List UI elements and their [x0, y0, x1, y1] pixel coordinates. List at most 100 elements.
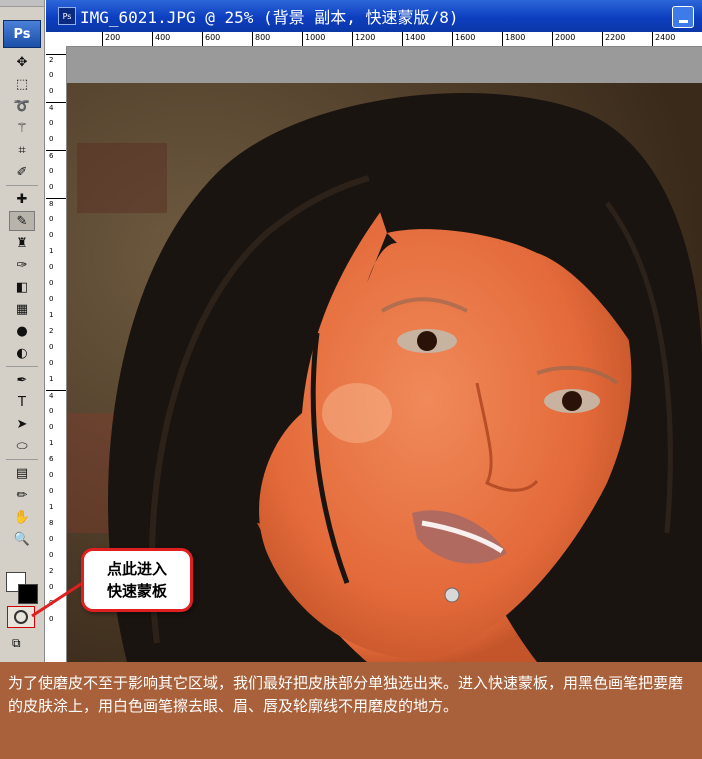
ruler-v-label: 8	[49, 519, 54, 527]
ruler-v-label: 0	[49, 167, 54, 175]
callout-line-2: 快速蒙板	[106, 582, 167, 600]
ruler-h-tick: 2400	[652, 32, 675, 46]
ruler-v-label: 1	[49, 247, 54, 255]
magic-wand-tool-icon[interactable]: ⚚	[9, 118, 35, 138]
ruler-v-label: 0	[49, 71, 54, 79]
ruler-h-tick: 1800	[502, 32, 525, 46]
tools-panel: Ps ✥ ⬚ ➰ ⚚ ⌗ ✐ ✚ ✎ ♜ ✑ ◧ ▦ ● ◐ ✒ T ➤ ⬭ ▤ ✏ ✋ 🔍 ⧉	[0, 0, 45, 662]
ruler-v-label: 0	[49, 471, 54, 479]
ruler-v-digit: 6	[46, 150, 66, 160]
ruler-h-label: 2000	[555, 33, 576, 42]
ruler-v-label: 1	[49, 439, 54, 447]
ruler-h-tick: 600	[202, 32, 220, 46]
slice-tool-icon[interactable]: ✐	[9, 162, 35, 182]
crop-tool-icon[interactable]: ⌗	[9, 140, 35, 160]
document-titlebar[interactable]: Ps IMG_6021.JPG @ 25% (背景 副本, 快速蒙版/8)	[46, 0, 702, 32]
document-icon: Ps	[58, 7, 76, 25]
ruler-v-label: 2	[49, 327, 54, 335]
ruler-h-label: 2400	[655, 33, 676, 42]
ruler-v-label: 0	[49, 87, 54, 95]
ruler-h-label: 200	[105, 33, 121, 42]
shape-tool-icon[interactable]: ⬭	[9, 436, 35, 456]
ruler-v-digit: 4	[46, 102, 66, 112]
ruler-v-label: 1	[49, 375, 54, 383]
clone-stamp-tool-icon[interactable]: ♜	[9, 233, 35, 253]
ruler-v-label: 0	[49, 119, 54, 127]
ruler-v-label: 4	[49, 104, 54, 112]
lasso-tool-icon[interactable]: ➰	[9, 96, 35, 116]
ruler-v-label: 0	[49, 551, 54, 559]
ruler-h-label: 400	[155, 33, 171, 42]
ruler-h-tick: 1400	[402, 32, 425, 46]
tool-separator	[6, 185, 38, 186]
ruler-v-label: 0	[49, 487, 54, 495]
blur-tool-icon[interactable]: ●	[9, 321, 35, 341]
photoshop-logo[interactable]: Ps	[3, 20, 41, 48]
tutorial-caption: 为了使磨皮不至于影响其它区域，我们最好把皮肤部分单独选出来。进入快速蒙板，用黑色…	[0, 662, 702, 759]
ruler-v-label: 6	[49, 152, 54, 160]
ruler-h-label: 600	[205, 33, 221, 42]
ruler-v-label: 2	[49, 56, 54, 64]
notes-tool-icon[interactable]: ▤	[9, 463, 35, 483]
ruler-v-label: 0	[49, 263, 54, 271]
ruler-v-digit: 4	[46, 390, 66, 400]
ruler-v-label: 0	[49, 407, 54, 415]
ruler-h-label: 1000	[305, 33, 326, 42]
ruler-v-label: 2	[49, 567, 54, 575]
brush-tool-icon[interactable]: ✎	[9, 211, 35, 231]
tool-separator	[6, 366, 38, 367]
marquee-tool-icon[interactable]: ⬚	[9, 74, 35, 94]
dodge-tool-icon[interactable]: ◐	[9, 343, 35, 363]
ruler-h-label: 800	[255, 33, 271, 42]
ruler-h-tick: 200	[102, 32, 120, 46]
screen-mode-icon[interactable]: ⧉	[12, 636, 30, 650]
ruler-v-digit: 8	[46, 198, 66, 208]
ruler-h-tick: 2200	[602, 32, 625, 46]
ruler-v-label: 0	[49, 343, 54, 351]
ruler-h-label: 2200	[605, 33, 626, 42]
ruler-h-label: 1800	[505, 33, 526, 42]
ruler-v-label: 0	[49, 423, 54, 431]
history-brush-tool-icon[interactable]: ✑	[9, 255, 35, 275]
minimize-icon	[678, 20, 688, 23]
gradient-tool-icon[interactable]: ▦	[9, 299, 35, 319]
ruler-v-label: 0	[49, 183, 54, 191]
ruler-v-label: 1	[49, 503, 54, 511]
ruler-v-digit: 2	[46, 54, 66, 64]
ruler-origin[interactable]	[46, 32, 67, 47]
ruler-v-label: 0	[49, 359, 54, 367]
ruler-v-label: 1	[49, 311, 54, 319]
eraser-tool-icon[interactable]: ◧	[9, 277, 35, 297]
ruler-h-label: 1400	[405, 33, 426, 42]
tool-separator	[6, 459, 38, 460]
ruler-h-tick: 1600	[452, 32, 475, 46]
ruler-h-label: 1600	[455, 33, 476, 42]
eyedropper-tool-icon[interactable]: ✏	[9, 485, 35, 505]
horizontal-ruler[interactable]: 200 400 600 800 1000 1200 1400 1600 1800 2000 2200…	[66, 32, 702, 47]
ruler-h-tick: 1000	[302, 32, 325, 46]
ruler-h-tick: 400	[152, 32, 170, 46]
ruler-v-label: 4	[49, 392, 54, 400]
pen-tool-icon[interactable]: ✒	[9, 370, 35, 390]
minimize-button[interactable]	[672, 6, 694, 28]
path-selection-tool-icon[interactable]: ➤	[9, 414, 35, 434]
move-tool-icon[interactable]: ✥	[9, 52, 35, 72]
zoom-tool-icon[interactable]: 🔍	[9, 529, 35, 549]
hand-tool-icon[interactable]: ✋	[9, 507, 35, 527]
ruler-v-label: 0	[49, 535, 54, 543]
ruler-v-label: 0	[49, 295, 54, 303]
ruler-h-tick: 2000	[552, 32, 575, 46]
ruler-v-label: 6	[49, 455, 54, 463]
callout-quick-mask: 点此进入 快速蒙板	[81, 548, 193, 612]
vertical-ruler[interactable]: 200400600800100012001400160018002000	[46, 46, 67, 662]
tool-list: ✥ ⬚ ➰ ⚚ ⌗ ✐ ✚ ✎ ♜ ✑ ◧ ▦ ● ◐ ✒ T ➤ ⬭ ▤ ✏ ✋ 🔍	[0, 50, 44, 551]
ruler-h-tick: 800	[252, 32, 270, 46]
ruler-v-label: 0	[49, 215, 54, 223]
healing-brush-tool-icon[interactable]: ✚	[9, 189, 35, 209]
ruler-h-tick: 1200	[352, 32, 375, 46]
tools-panel-grip[interactable]	[0, 0, 44, 7]
ruler-v-label: 8	[49, 200, 54, 208]
ruler-h-label: 1200	[355, 33, 376, 42]
type-tool-icon[interactable]: T	[9, 392, 35, 412]
callout-line-1: 点此进入	[106, 560, 167, 578]
